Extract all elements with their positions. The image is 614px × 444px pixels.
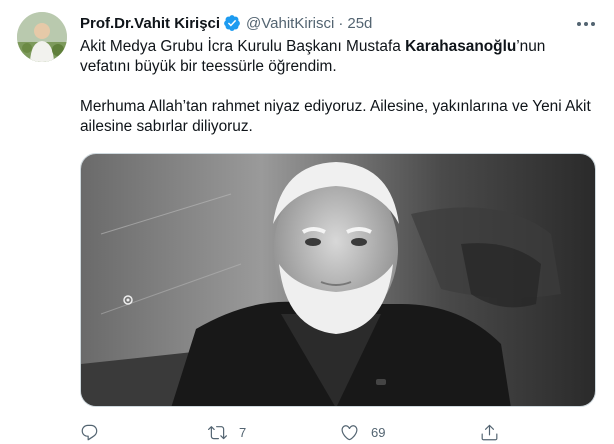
- more-icon[interactable]: [574, 15, 598, 33]
- retweet-icon: [208, 425, 227, 439]
- reply-button[interactable]: [80, 423, 208, 442]
- tweet-photo[interactable]: [80, 153, 596, 407]
- tweet-text-bold: Karahasanoğlu: [405, 38, 517, 55]
- share-icon: [481, 424, 498, 440]
- like-count: 69: [371, 424, 386, 440]
- tweet-age[interactable]: 25d: [347, 15, 372, 32]
- tweet-paragraph-1: Akit Medya Grubu İcra Kurulu Başkanı Mus…: [80, 37, 598, 77]
- share-button[interactable]: [480, 423, 499, 442]
- retweet-button[interactable]: 7: [208, 423, 340, 442]
- tweet-text-part: Akit Medya Grubu İcra Kurulu Başkanı Mus…: [80, 38, 406, 55]
- like-button[interactable]: 69: [340, 423, 480, 442]
- heart-icon: [341, 424, 358, 440]
- reply-icon: [81, 424, 98, 440]
- separator-dot: ·: [338, 14, 344, 32]
- retweet-count: 7: [239, 424, 247, 440]
- verified-badge-icon: [224, 15, 240, 31]
- author-name[interactable]: Prof.Dr.Vahit Kirişci: [80, 15, 220, 32]
- author-handle[interactable]: @VahitKirisci: [246, 15, 334, 32]
- tweet-paragraph-2: Merhuma Allah’tan rahmet niyaz ediyoruz.…: [80, 98, 591, 135]
- avatar[interactable]: [17, 12, 67, 62]
- tweet[interactable]: Prof.Dr.Vahit Kirişci @VahitKirisci · 25…: [0, 0, 614, 444]
- tweet-text: Akit Medya Grubu İcra Kurulu Başkanı Mus…: [80, 37, 598, 137]
